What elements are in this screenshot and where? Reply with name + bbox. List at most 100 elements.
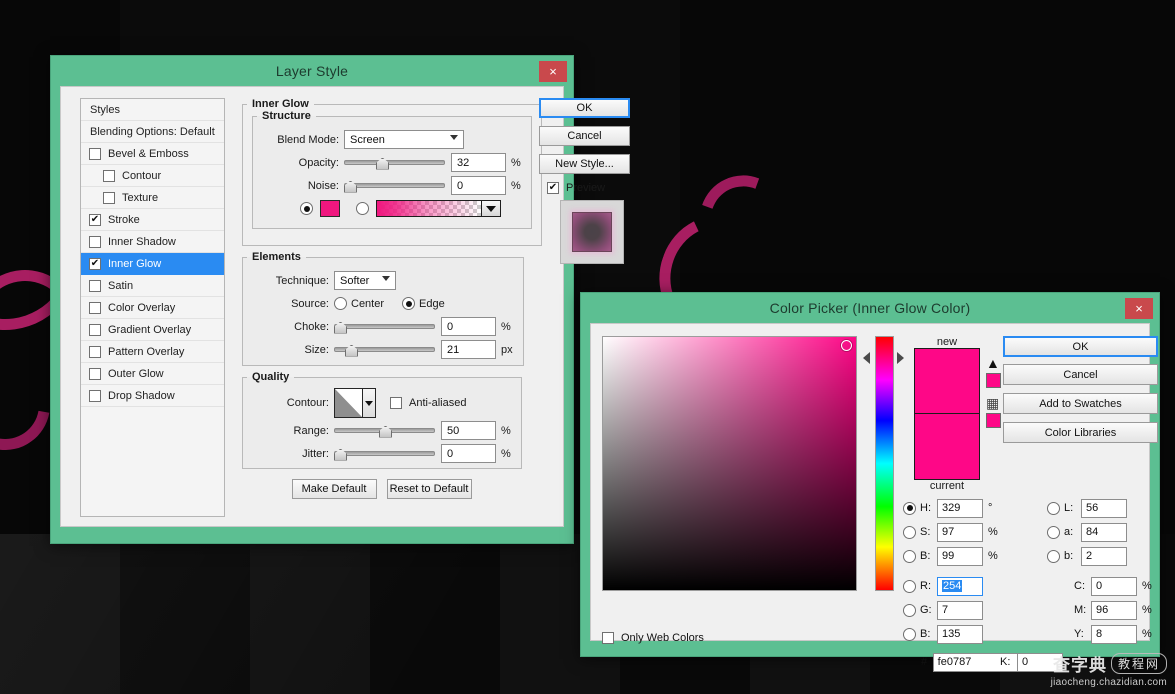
ok-button[interactable]: OK	[1003, 336, 1158, 357]
checkbox-only-web-colors[interactable]	[602, 632, 614, 644]
checkbox-preview[interactable]	[547, 182, 559, 194]
checkbox-texture[interactable]	[103, 192, 115, 204]
preview-toggle[interactable]: Preview	[547, 182, 649, 194]
radio-red[interactable]	[903, 580, 916, 593]
black-label: K:	[1000, 656, 1017, 668]
sidebar-item-contour[interactable]: Contour	[81, 165, 224, 187]
opacity-slider[interactable]	[344, 155, 445, 171]
green-input[interactable]: 7	[937, 601, 983, 620]
reset-to-default-button[interactable]: Reset to Default	[387, 479, 472, 499]
checkbox-drop-shadow[interactable]	[89, 390, 101, 402]
red-input[interactable]: 254	[937, 577, 983, 596]
size-unit: px	[501, 344, 513, 356]
hue-slider[interactable]	[875, 336, 894, 591]
sidebar-item-color-overlay[interactable]: Color Overlay	[81, 297, 224, 319]
radio-green[interactable]	[903, 604, 916, 617]
noise-input[interactable]: 0	[451, 176, 506, 195]
checkbox-stroke[interactable]	[89, 214, 101, 226]
sidebar-item-outer-glow[interactable]: Outer Glow	[81, 363, 224, 385]
yellow-unit: %	[1142, 628, 1154, 640]
checkbox-color-overlay[interactable]	[89, 302, 101, 314]
gradient-preview	[377, 201, 481, 216]
radio-blue[interactable]	[903, 628, 916, 641]
checkbox-contour[interactable]	[103, 170, 115, 182]
opacity-input[interactable]: 32	[451, 153, 506, 172]
radio-lab-a[interactable]	[1047, 526, 1060, 539]
technique-select[interactable]: Softer	[334, 271, 396, 290]
lab-b-input[interactable]: 2	[1081, 547, 1127, 566]
cancel-button[interactable]: Cancel	[539, 126, 630, 146]
yellow-input[interactable]: 8	[1091, 625, 1137, 644]
cyan-input[interactable]: 0	[1091, 577, 1137, 596]
quality-legend: Quality	[247, 371, 294, 383]
chevron-down-icon[interactable]	[362, 389, 375, 417]
checkbox-gradient-overlay[interactable]	[89, 324, 101, 336]
hue-input[interactable]: 329	[937, 499, 983, 518]
sidebar-item-drop-shadow[interactable]: Drop Shadow	[81, 385, 224, 407]
range-input[interactable]: 50	[441, 421, 496, 440]
only-web-colors-toggle[interactable]: Only Web Colors	[602, 632, 704, 644]
jitter-input[interactable]: 0	[441, 444, 496, 463]
color-picker-actions: OK Cancel Add to Swatches Color Librarie…	[1003, 336, 1158, 450]
glow-color-swatch[interactable]	[320, 200, 340, 217]
sidebar-item-pattern-overlay[interactable]: Pattern Overlay	[81, 341, 224, 363]
sidebar-item-gradient-overlay[interactable]: Gradient Overlay	[81, 319, 224, 341]
styles-list[interactable]: Styles Blending Options: Default Bevel &…	[80, 98, 225, 517]
range-slider[interactable]	[334, 423, 435, 439]
ok-button[interactable]: OK	[539, 98, 630, 118]
sv-marker[interactable]	[841, 340, 852, 351]
color-libraries-button[interactable]: Color Libraries	[1003, 422, 1158, 443]
close-icon[interactable]: ×	[539, 61, 567, 82]
sidebar-item-texture[interactable]: Texture	[81, 187, 224, 209]
checkbox-inner-glow[interactable]	[89, 258, 101, 270]
sidebar-item-inner-shadow[interactable]: Inner Shadow	[81, 231, 224, 253]
saturation-input[interactable]: 97	[937, 523, 983, 542]
brightness-input[interactable]: 99	[937, 547, 983, 566]
hex-label: #	[921, 656, 933, 668]
magenta-input[interactable]: 96	[1091, 601, 1137, 620]
choke-slider[interactable]	[334, 319, 435, 335]
glow-color-gradient-radio[interactable]	[356, 202, 369, 215]
radio-brightness[interactable]	[903, 550, 916, 563]
gamut-safe-color-swatch[interactable]	[986, 373, 1001, 388]
size-slider[interactable]	[334, 342, 435, 358]
glow-color-solid-radio[interactable]	[300, 202, 313, 215]
current-color-swatch[interactable]	[914, 414, 980, 480]
choke-input[interactable]: 0	[441, 317, 496, 336]
sidebar-item-satin[interactable]: Satin	[81, 275, 224, 297]
saturation-brightness-field[interactable]	[602, 336, 857, 591]
checkbox-pattern-overlay[interactable]	[89, 346, 101, 358]
size-input[interactable]: 21	[441, 340, 496, 359]
field-row-r-c: R: 254 C: 0 %	[903, 574, 1165, 598]
add-to-swatches-button[interactable]: Add to Swatches	[1003, 393, 1158, 414]
sidebar-item-blending-options[interactable]: Blending Options: Default	[81, 121, 224, 143]
radio-saturation[interactable]	[903, 526, 916, 539]
lab-l-input[interactable]: 56	[1081, 499, 1127, 518]
glow-gradient-picker[interactable]	[376, 200, 501, 217]
source-edge-radio[interactable]	[402, 297, 415, 310]
source-center-radio[interactable]	[334, 297, 347, 310]
lab-a-input[interactable]: 84	[1081, 523, 1127, 542]
web-safe-color-swatch[interactable]	[986, 413, 1001, 428]
radio-lab-b[interactable]	[1047, 550, 1060, 563]
blend-mode-select[interactable]: Screen	[344, 130, 464, 149]
noise-slider[interactable]	[344, 178, 445, 194]
sidebar-item-inner-glow[interactable]: Inner Glow	[81, 253, 224, 275]
sidebar-item-bevel-emboss[interactable]: Bevel & Emboss	[81, 143, 224, 165]
checkbox-bevel-emboss[interactable]	[89, 148, 101, 160]
blue-input[interactable]: 135	[937, 625, 983, 644]
sidebar-item-stroke[interactable]: Stroke	[81, 209, 224, 231]
close-icon[interactable]: ×	[1125, 298, 1153, 319]
checkbox-inner-shadow[interactable]	[89, 236, 101, 248]
checkbox-anti-aliased[interactable]	[390, 397, 402, 409]
make-default-button[interactable]: Make Default	[292, 479, 377, 499]
contour-picker[interactable]	[334, 388, 376, 418]
checkbox-satin[interactable]	[89, 280, 101, 292]
new-style-button[interactable]: New Style...	[539, 154, 630, 174]
checkbox-outer-glow[interactable]	[89, 368, 101, 380]
radio-lab-l[interactable]	[1047, 502, 1060, 515]
jitter-slider[interactable]	[334, 446, 435, 462]
chevron-down-icon[interactable]	[481, 201, 500, 216]
cancel-button[interactable]: Cancel	[1003, 364, 1158, 385]
radio-hue[interactable]	[903, 502, 916, 515]
